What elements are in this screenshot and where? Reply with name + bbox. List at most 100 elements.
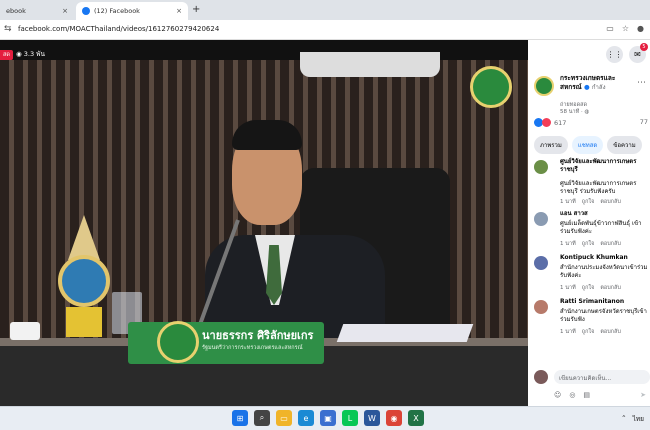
page-subtext: ถ่ายทอดสด 58 นาที · ◍ bbox=[560, 102, 640, 116]
reaction-count: 617 bbox=[554, 118, 567, 127]
live-badge: สด bbox=[0, 50, 13, 60]
tab-close-icon[interactable]: × bbox=[62, 7, 68, 15]
video-speaker-hair bbox=[232, 120, 302, 150]
reply-comment-button[interactable]: ตอบกลับ bbox=[600, 328, 621, 336]
tray-chevron-icon[interactable]: ⌃ bbox=[621, 414, 626, 424]
excel-icon[interactable]: X bbox=[408, 410, 424, 426]
post-time: 58 นาที · bbox=[560, 109, 583, 115]
comment-actions: 1 นาที ถูกใจ ตอบกลับ bbox=[560, 328, 621, 336]
send-icon[interactable]: ➤ bbox=[640, 391, 646, 399]
apps-grid-icon[interactable]: ⋮⋮ bbox=[606, 46, 623, 63]
bookmark-star-icon[interactable]: ☆ bbox=[622, 24, 629, 33]
tab-overview[interactable]: ภาพรวม bbox=[534, 136, 568, 154]
search-glyph: ⌕ bbox=[259, 413, 265, 422]
my-avatar bbox=[534, 370, 548, 384]
globe-icon: ◍ bbox=[584, 109, 590, 115]
file-explorer-icon[interactable]: ▭ bbox=[276, 410, 292, 426]
commenter-avatar[interactable] bbox=[534, 160, 548, 174]
live-video-player[interactable]: นายธรรกร ศิริลักษยเกร รัฐมนตรีว่าการกระท… bbox=[0, 40, 528, 406]
trophy-crown bbox=[68, 215, 100, 260]
like-comment-button[interactable]: ถูกใจ bbox=[582, 198, 595, 206]
browser-tab-strip: ebook × (12) Facebook × + bbox=[0, 0, 650, 20]
site-settings-icon[interactable]: ⇆ bbox=[4, 24, 12, 34]
top-right-icons: ⋮⋮ ✉ 5 bbox=[606, 43, 648, 63]
excel-glyph: X bbox=[413, 413, 419, 423]
comment-input[interactable]: เขียนความคิดเห็น... bbox=[554, 370, 650, 384]
page-avatar[interactable] bbox=[534, 76, 554, 96]
store-icon[interactable]: ▣ bbox=[320, 410, 336, 426]
eye-icon: ◉ bbox=[16, 50, 22, 58]
edge-glyph: e bbox=[303, 413, 309, 423]
browser-tab-ebook[interactable]: ebook × bbox=[0, 2, 74, 20]
ministry-logo-watermark bbox=[470, 66, 512, 108]
trophy-emblem bbox=[58, 255, 110, 307]
trophy-base bbox=[66, 307, 102, 337]
comment-actions: 1 นาที ถูกใจ ตอบกลับ bbox=[560, 240, 621, 248]
comment-actions: 1 นาที ถูกใจ ตอบกลับ bbox=[560, 284, 621, 292]
facebook-icon bbox=[82, 7, 90, 15]
messenger-glyph: ✉ bbox=[634, 50, 641, 59]
commenter-avatar[interactable] bbox=[534, 212, 548, 226]
video-ceiling bbox=[0, 40, 528, 60]
viewer-count-value: 3.3 พัน bbox=[23, 50, 45, 58]
video-wall-banner bbox=[300, 52, 440, 77]
file-explorer-glyph: ▭ bbox=[280, 413, 288, 423]
commenter-name[interactable]: ศูนย์วิจัยและพัฒนาการเกษตรราชบุรี bbox=[560, 158, 650, 174]
language-indicator[interactable]: ไทย bbox=[633, 414, 644, 424]
reply-comment-button[interactable]: ตอบกลับ bbox=[600, 284, 621, 292]
commenter-avatar[interactable] bbox=[534, 256, 548, 270]
line-icon[interactable]: L bbox=[342, 410, 358, 426]
composer-tools: ☺ ◎ ▤ bbox=[554, 391, 590, 399]
tab-label: ebook bbox=[6, 7, 26, 15]
commenter-name[interactable]: Ratti Srimanitanon bbox=[560, 298, 650, 306]
tab-live-chat[interactable]: แชทสด bbox=[571, 136, 604, 154]
comment-count[interactable]: 77 bbox=[640, 118, 648, 126]
profile-icon[interactable]: ● bbox=[637, 24, 644, 33]
comment-time: 1 นาที bbox=[560, 199, 576, 205]
new-tab-button[interactable]: + bbox=[192, 4, 200, 15]
comment-text: ศูนย์วิจัยและพัฒนาการเกษตรราชบุรี ร่วมรั… bbox=[560, 180, 637, 195]
edge-icon[interactable]: e bbox=[298, 410, 314, 426]
commenter-avatar[interactable] bbox=[534, 300, 548, 314]
word-icon[interactable]: W bbox=[364, 410, 380, 426]
reply-comment-button[interactable]: ตอบกลับ bbox=[600, 198, 621, 206]
nameplate-logo bbox=[157, 321, 199, 363]
address-bar: ⇆ facebook.com/MOACThailand/videos/16127… bbox=[0, 20, 650, 40]
tab-label: (12) Facebook bbox=[94, 7, 140, 15]
comment-actions: 1 นาที ถูกใจ ตอบกลับ bbox=[560, 198, 621, 206]
url-field[interactable]: facebook.com/MOACThailand/videos/1612760… bbox=[18, 25, 219, 33]
viewer-count: ◉ 3.3 พัน bbox=[16, 49, 45, 59]
apps-grid-glyph: ⋮⋮ bbox=[606, 50, 623, 59]
like-comment-button[interactable]: ถูกใจ bbox=[582, 284, 595, 292]
search-icon[interactable]: ⌕ bbox=[254, 410, 270, 426]
browser-tab-facebook[interactable]: (12) Facebook × bbox=[76, 2, 188, 20]
word-glyph: W bbox=[368, 413, 376, 423]
more-options-icon[interactable]: ⋯ bbox=[637, 78, 646, 88]
like-comment-button[interactable]: ถูกใจ bbox=[582, 240, 595, 248]
reactions-summary[interactable]: 617 bbox=[534, 118, 566, 127]
commenter-name[interactable]: Kontipuck Khumkan bbox=[560, 254, 650, 262]
windows-start-icon[interactable]: ⊞ bbox=[232, 410, 248, 426]
page-name[interactable]: กระทรวงเกษตรและสหกรณ์ ● กำลัง bbox=[560, 74, 630, 92]
commenter-name[interactable]: แอน สาวส bbox=[560, 210, 650, 218]
system-tray: ⌃ ไทย bbox=[621, 414, 644, 424]
store-glyph: ▣ bbox=[324, 413, 332, 423]
notification-badge: 5 bbox=[640, 43, 648, 51]
windows-taskbar: ⊞ ⌕ ▭ e ▣ L W ◉ X ⌃ ไทย bbox=[0, 406, 650, 430]
gif-icon[interactable]: ▤ bbox=[583, 391, 590, 399]
live-chat-sidebar: ⋮⋮ ✉ 5 กระทรวงเกษตรและสหกรณ์ ● กำลัง ถ่าย… bbox=[528, 40, 650, 406]
nameplate-title: รัฐมนตรีว่าการกระทรวงเกษตรและสหกรณ์ bbox=[202, 345, 303, 351]
reply-comment-button[interactable]: ตอบกลับ bbox=[600, 240, 621, 248]
nameplate-name: นายธรรกร ศิริลักษยเกร bbox=[202, 329, 314, 342]
comment-time: 1 นาที bbox=[560, 241, 576, 247]
tab-close-icon[interactable]: × bbox=[176, 7, 182, 15]
chrome-icon[interactable]: ◉ bbox=[386, 410, 402, 426]
tab-messages[interactable]: ข้อความ bbox=[607, 136, 642, 154]
cast-icon[interactable]: ▭ bbox=[606, 24, 614, 33]
chat-filter-tabs: ภาพรวม แชทสด ข้อความ bbox=[534, 136, 642, 154]
verified-icon: ● bbox=[583, 83, 590, 91]
like-comment-button[interactable]: ถูกใจ bbox=[582, 328, 595, 336]
messenger-icon[interactable]: ✉ 5 bbox=[629, 43, 648, 63]
emoji-icon[interactable]: ☺ bbox=[554, 391, 561, 399]
camera-icon[interactable]: ◎ bbox=[569, 391, 575, 399]
